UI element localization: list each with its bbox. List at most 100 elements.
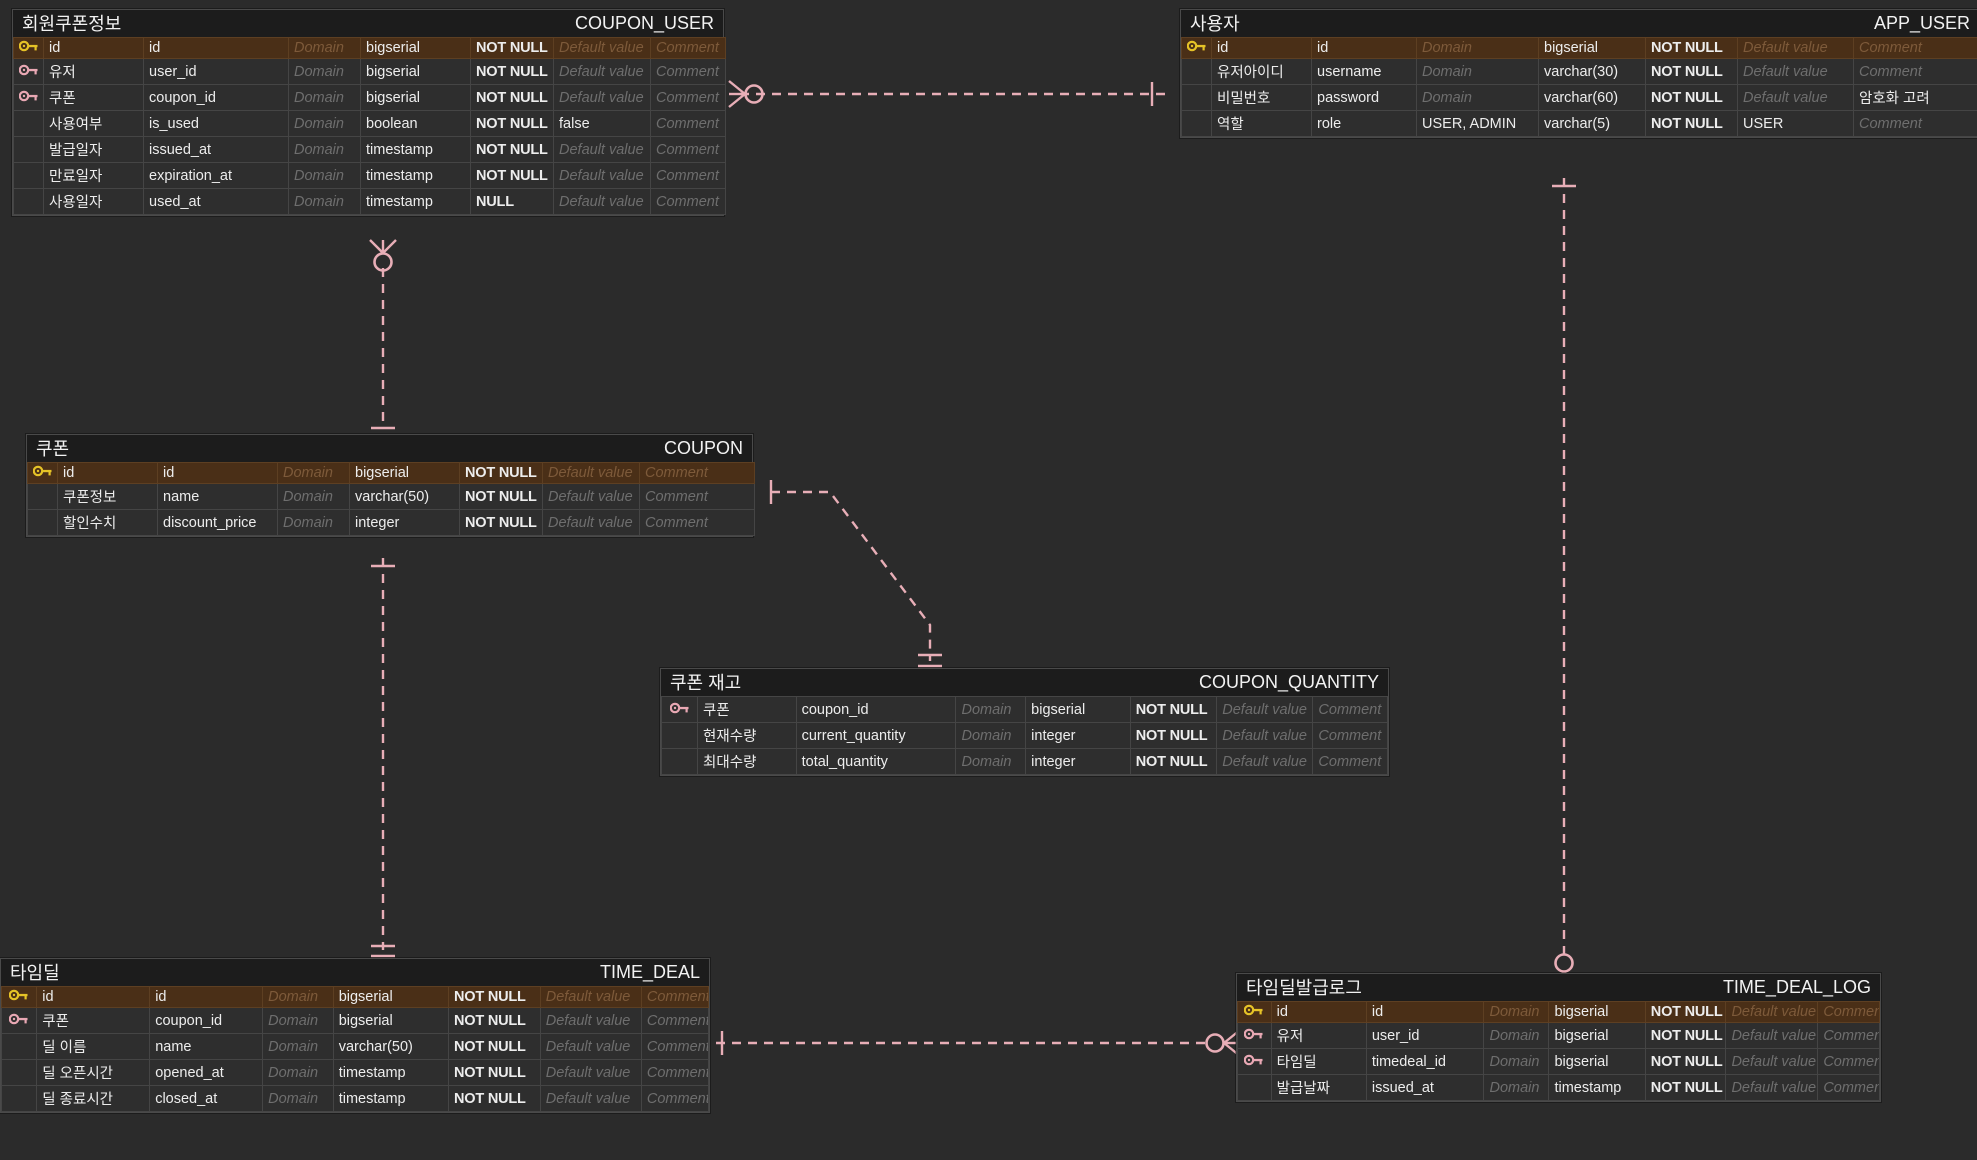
- domain-cell: Domain: [262, 986, 334, 1008]
- column-row[interactable]: id id Domain bigserial NOT NULL Default value…: [27, 462, 755, 484]
- column-row[interactable]: 비밀번호 password Domain varchar(60) NOT NULL Def…: [1181, 84, 1977, 111]
- domain-cell: Domain: [288, 110, 361, 137]
- key-cell: [0, 1085, 38, 1112]
- comment-cell: 암호화 고려: [1853, 84, 1977, 111]
- column-row[interactable]: 딜 이름 name Domain varchar(50) NOT NULL Default…: [0, 1033, 710, 1060]
- logical-name: 사용일자: [43, 188, 144, 215]
- entity-coupon-quantity[interactable]: 쿠폰 재고 COUPON_QUANTITY 쿠폰 coupon_id Domain b…: [660, 668, 1389, 776]
- nullability: NOT NULL: [1645, 110, 1738, 137]
- relationship-coupon-coupon-quantity: [769, 480, 942, 668]
- default-value: Default value: [1737, 37, 1854, 59]
- column-row[interactable]: 최대수량 total_quantity Domain integer NOT NULL D…: [660, 748, 1388, 775]
- key-cell: [0, 1007, 38, 1034]
- entity-header: 회원쿠폰정보 COUPON_USER: [13, 10, 723, 37]
- entity-comment: 회원쿠폰정보: [22, 14, 122, 34]
- logical-name: 쿠폰: [43, 84, 144, 111]
- logical-name: 역할: [1211, 110, 1312, 137]
- column-row[interactable]: 쿠폰 coupon_id Domain bigserial NOT NULL Defaul…: [660, 696, 1388, 723]
- foreign-key-icon: [18, 90, 39, 102]
- domain-cell: Domain: [277, 509, 350, 536]
- column-row[interactable]: 역할 role USER, ADMIN varchar(5) NOT NULL USER C…: [1181, 110, 1977, 137]
- logical-name: 유저: [1270, 1022, 1367, 1049]
- entity-header: 타임딜 TIME_DEAL: [1, 959, 709, 986]
- column-row[interactable]: 쿠폰 coupon_id Domain bigserial NOT NULL Defaul…: [0, 1007, 710, 1034]
- comment-cell: Comment: [1312, 696, 1388, 723]
- data-type: bigserial: [332, 1007, 449, 1034]
- column-row[interactable]: 유저아이디 username Domain varchar(30) NOT NULL De…: [1181, 58, 1977, 85]
- default-value: Default value: [553, 84, 651, 111]
- domain-cell: Domain: [277, 462, 350, 484]
- physical-name: current_quantity: [795, 722, 957, 749]
- key-cell: [1181, 110, 1212, 137]
- key-cell: [0, 986, 38, 1008]
- default-value: Default value: [553, 162, 651, 189]
- column-row[interactable]: 딜 오픈시간 opened_at Domain timestamp NOT NULL De…: [0, 1059, 710, 1086]
- entity-time-deal[interactable]: 타임딜 TIME_DEAL id id Domain bigserial NOT NUL…: [0, 958, 710, 1113]
- column-row[interactable]: 발급날짜 issued_at Domain timestamp NOT NULL Defa…: [1237, 1074, 1880, 1101]
- physical-name: id: [1365, 1001, 1485, 1023]
- column-row[interactable]: 사용일자 used_at Domain timestamp NULL Default va…: [13, 188, 726, 215]
- comment-cell: Comment: [1853, 110, 1977, 137]
- column-row[interactable]: id id Domain bigserial NOT NULL Default value…: [13, 37, 726, 59]
- entity-name: COUPON: [663, 437, 743, 458]
- key-cell: [1237, 1074, 1272, 1101]
- column-grid: 쿠폰 coupon_id Domain bigserial NOT NULL Defaul…: [660, 696, 1388, 775]
- column-row[interactable]: 타임딜 timedeal_id Domain bigserial NOT NULL Def…: [1237, 1048, 1880, 1075]
- entity-coupon-user[interactable]: 회원쿠폰정보 COUPON_USER id id Domain bigserial NO…: [12, 9, 726, 216]
- comment-cell: Comment: [650, 84, 726, 111]
- column-grid: id id Domain bigserial NOT NULL Default value…: [1237, 1001, 1880, 1101]
- column-row[interactable]: 딜 종료시간 closed_at Domain timestamp NOT NULL De…: [0, 1085, 710, 1112]
- column-row[interactable]: id id Domain bigserial NOT NULL Default value…: [0, 986, 710, 1008]
- entity-app-user[interactable]: 사용자 APP_USER id id Domain bigserial NOT NULL…: [1180, 9, 1977, 138]
- column-row[interactable]: id id Domain bigserial NOT NULL Default value…: [1237, 1001, 1880, 1023]
- data-type: integer: [349, 509, 460, 536]
- data-type: varchar(50): [349, 483, 460, 510]
- data-type: varchar(5): [1538, 110, 1646, 137]
- entity-name: APP_USER: [1873, 12, 1970, 33]
- logical-name: 사용여부: [43, 110, 144, 137]
- physical-name: id: [1311, 37, 1417, 59]
- column-row[interactable]: id id Domain bigserial NOT NULL Default value…: [1181, 37, 1977, 59]
- column-row[interactable]: 사용여부 is_used Domain boolean NOT NULL false Com…: [13, 110, 726, 137]
- relationship-coupon-time-deal: [371, 558, 395, 958]
- nullability: NOT NULL: [470, 110, 554, 137]
- column-row[interactable]: 현재수량 current_quantity Domain integer NOT NUL…: [660, 722, 1388, 749]
- physical-name: user_id: [1365, 1022, 1485, 1049]
- domain-cell: Domain: [955, 696, 1027, 723]
- default-value: Default value: [1216, 722, 1314, 749]
- column-row[interactable]: 쿠폰 coupon_id Domain bigserial NOT NULL Defaul…: [13, 84, 726, 111]
- column-row[interactable]: 유저 user_id Domain bigserial NOT NULL Default …: [13, 58, 726, 85]
- domain-cell: Domain: [288, 37, 361, 59]
- nullability: NOT NULL: [447, 1033, 541, 1060]
- entity-time-deal-log[interactable]: 타임딜발급로그 TIME_DEAL_LOG id id Domain bigseria…: [1236, 973, 1881, 1102]
- key-cell: [13, 110, 44, 137]
- default-value: false: [553, 110, 651, 137]
- nullability: NOT NULL: [470, 136, 554, 163]
- comment-cell: Comment: [1312, 748, 1388, 775]
- nullability: NOT NULL: [1644, 1074, 1727, 1101]
- logical-name: id: [43, 37, 144, 59]
- column-row[interactable]: 할인수치 discount_price Domain integer NOT NULL D…: [27, 509, 755, 536]
- key-cell: [0, 1033, 38, 1060]
- domain-cell: Domain: [955, 722, 1027, 749]
- data-type: bigserial: [360, 58, 471, 85]
- column-row[interactable]: 발급일자 issued_at Domain timestamp NOT NULL Defa…: [13, 136, 726, 163]
- comment-cell: Comment: [639, 483, 755, 510]
- data-type: timestamp: [332, 1059, 449, 1086]
- column-row[interactable]: 만료일자 expiration_at Domain timestamp NOT NULL…: [13, 162, 726, 189]
- entity-coupon[interactable]: 쿠폰 COUPON id id Domain bigserial NOT NULL Def…: [26, 434, 755, 537]
- logical-name: 최대수량: [697, 748, 797, 775]
- erd-canvas[interactable]: 회원쿠폰정보 COUPON_USER id id Domain bigserial NO…: [0, 0, 1977, 1160]
- physical-name: closed_at: [149, 1085, 264, 1112]
- column-row[interactable]: 유저 user_id Domain bigserial NOT NULL Default …: [1237, 1022, 1880, 1049]
- foreign-key-icon: [1244, 1054, 1264, 1066]
- domain-cell: Domain: [1483, 1022, 1550, 1049]
- domain-cell: Domain: [1483, 1001, 1550, 1023]
- physical-name: discount_price: [157, 509, 278, 536]
- domain-cell: Domain: [288, 136, 361, 163]
- comment-cell: Comment: [640, 986, 710, 1008]
- nullability: NOT NULL: [447, 1007, 541, 1034]
- column-row[interactable]: 쿠폰정보 name Domain varchar(50) NOT NULL Default…: [27, 483, 755, 510]
- physical-name: used_at: [143, 188, 289, 215]
- domain-cell: Domain: [288, 84, 361, 111]
